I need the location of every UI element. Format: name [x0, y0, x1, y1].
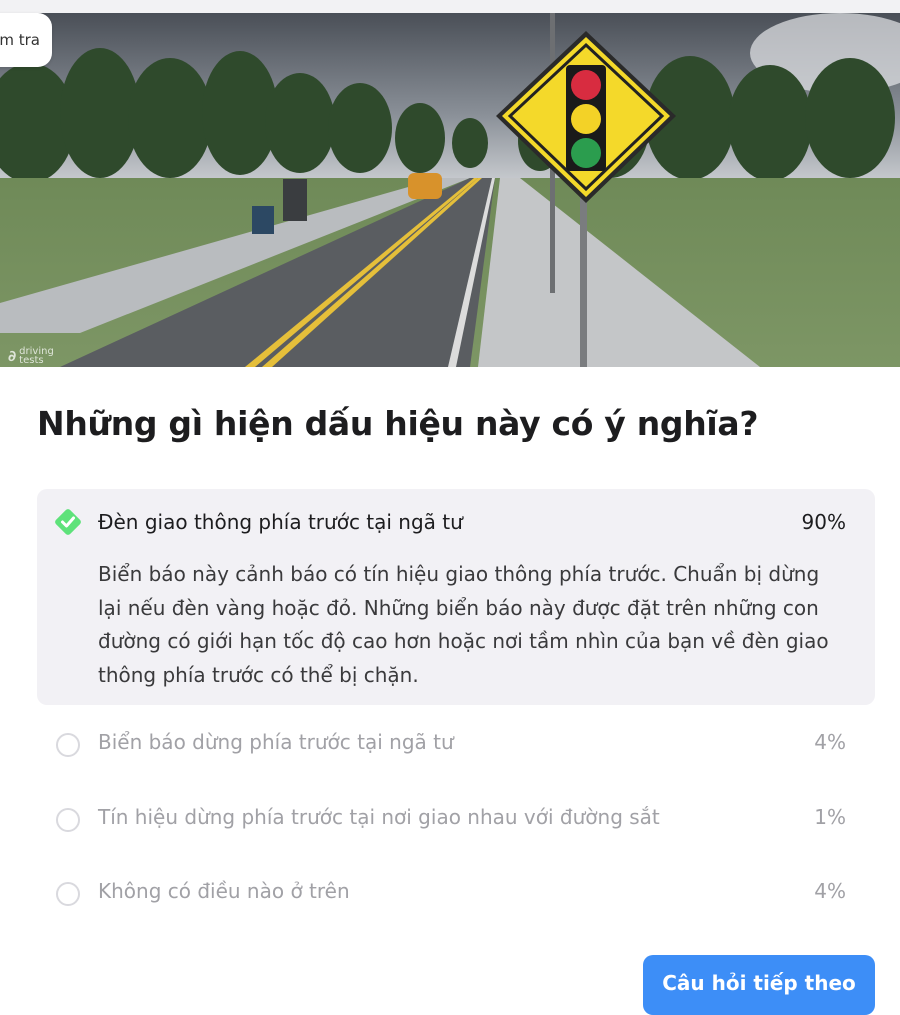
test-pill[interactable]: m tra [0, 13, 52, 67]
answer-percent: 4% [814, 879, 846, 903]
top-strip [0, 0, 900, 13]
check-diamond-icon [55, 509, 81, 535]
question-title: Những gì hiện dấu hiệu này có ý nghĩa? [37, 404, 759, 443]
answer-label: Không có điều nào ở trên [98, 879, 350, 903]
answer-list: Đèn giao thông phía trước tại ngã tư 90%… [37, 489, 875, 906]
watermark-line2: tests [19, 355, 44, 366]
answer-explanation: Biển báo này cảnh báo có tín hiệu giao t… [98, 562, 829, 687]
question-image: ∂ driving tests [0, 13, 900, 367]
watermark-logo-icon: ∂ [8, 346, 17, 365]
answer-option[interactable]: Không có điều nào ở trên 4% [37, 879, 875, 906]
watermark: ∂ driving tests [8, 346, 54, 366]
answer-label: Đèn giao thông phía trước tại ngã tư [98, 510, 463, 534]
answer-option[interactable]: Biển báo dừng phía trước tại ngã tư 4% [37, 730, 875, 757]
answer-percent: 1% [814, 805, 846, 829]
radio-button-icon [56, 733, 80, 757]
radio-button-icon [56, 882, 80, 906]
answer-label: Biển báo dừng phía trước tại ngã tư [98, 730, 454, 754]
answer-option-correct[interactable]: Đèn giao thông phía trước tại ngã tư 90%… [37, 489, 875, 705]
answer-percent: 4% [814, 730, 846, 754]
answer-option[interactable]: Tín hiệu dừng phía trước tại nơi giao nh… [37, 805, 875, 832]
radio-button-icon [56, 808, 80, 832]
answer-label: Tín hiệu dừng phía trước tại nơi giao nh… [98, 805, 660, 829]
next-question-button[interactable]: Câu hỏi tiếp theo [643, 955, 875, 1015]
answer-percent: 90% [801, 510, 846, 534]
